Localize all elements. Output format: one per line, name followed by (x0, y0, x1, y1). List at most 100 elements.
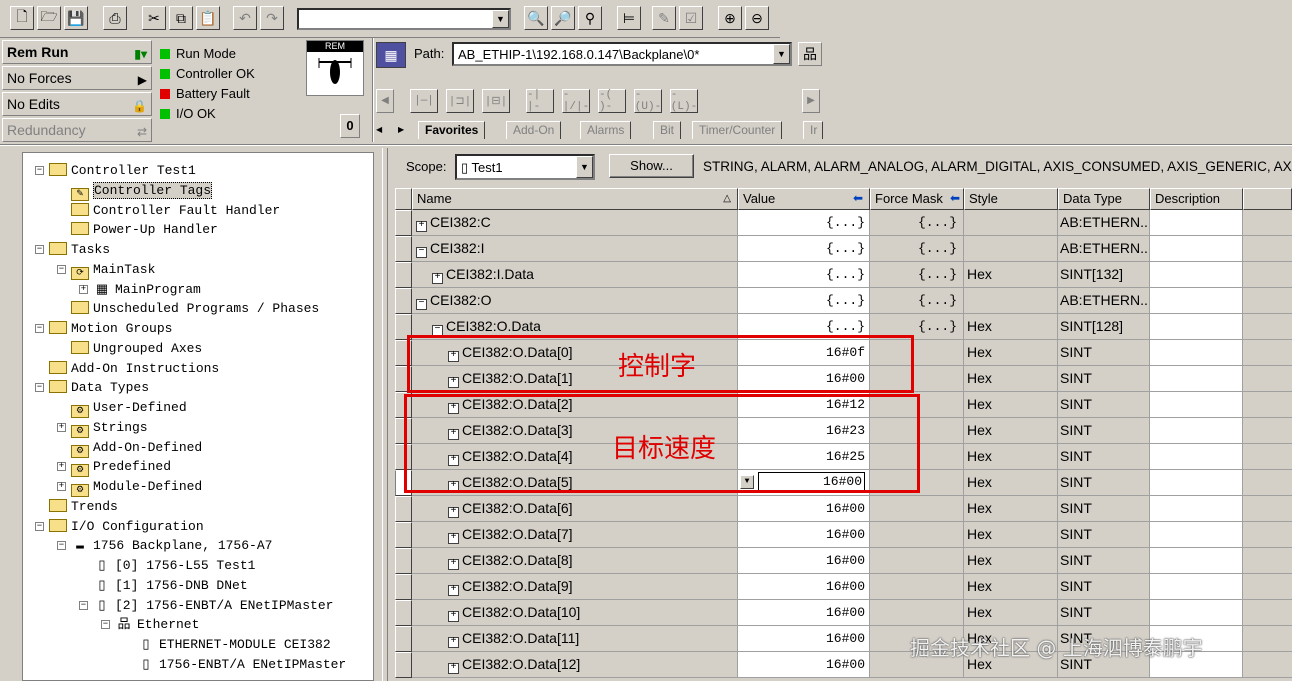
tag-name-cell[interactable]: − CEI382:O.Data (412, 314, 738, 340)
verify-icon[interactable]: ⊨ (617, 6, 641, 30)
data-type-cell[interactable]: SINT (1058, 574, 1150, 600)
tree-item[interactable]: − I/O Configuration (35, 517, 204, 536)
collapse-icon[interactable]: − (416, 247, 427, 258)
tab-timer-counter[interactable]: Timer/Counter (692, 121, 783, 139)
tag-name-cell[interactable]: + CEI382:O.Data[11] (412, 626, 738, 652)
data-type-cell[interactable]: SINT (1058, 340, 1150, 366)
tag-value-cell[interactable]: {...} (738, 210, 870, 236)
expand-icon[interactable]: + (57, 482, 66, 491)
force-mask-cell[interactable] (870, 444, 964, 470)
style-cell[interactable] (964, 236, 1058, 262)
tag-value-cell[interactable]: 16#00 (738, 496, 870, 522)
tag-name-cell[interactable]: + CEI382:O.Data[2] (412, 392, 738, 418)
force-mask-cell[interactable] (870, 548, 964, 574)
description-cell[interactable] (1150, 496, 1243, 522)
tree-item[interactable]: Power-Up Handler (71, 220, 218, 239)
tab-alarms[interactable]: Alarms (580, 121, 632, 139)
style-cell[interactable]: Hex (964, 262, 1058, 288)
data-type-cell[interactable]: SINT[128] (1058, 314, 1150, 340)
find-next-icon[interactable]: 🔎 (551, 6, 575, 30)
force-mask-cell[interactable]: {...} (870, 288, 964, 314)
row-header[interactable] (395, 444, 412, 470)
data-type-cell[interactable]: SINT (1058, 366, 1150, 392)
table-row[interactable]: + CEI382:O.Data[3] 16#23 Hex SINT (395, 418, 1292, 444)
table-row[interactable]: + CEI382:C {...} {...} AB:ETHERN... (395, 210, 1292, 236)
tab-scroll-left-icon[interactable]: ◀ (376, 121, 386, 139)
xic-icon[interactable]: -| |- (526, 89, 554, 113)
tag-value-cell[interactable]: 16#12 (738, 392, 870, 418)
tag-name-cell[interactable]: + CEI382:O.Data[7] (412, 522, 738, 548)
chevron-down-icon[interactable]: ▼ (773, 44, 790, 64)
style-cell[interactable] (964, 210, 1058, 236)
table-row[interactable]: + CEI382:O.Data[0] 16#0f Hex SINT (395, 340, 1292, 366)
expand-icon[interactable]: + (448, 507, 459, 518)
new-file-icon[interactable]: 🗋 (10, 6, 34, 30)
description-cell[interactable] (1150, 262, 1243, 288)
data-type-cell[interactable]: SINT (1058, 600, 1150, 626)
tag-value-cell[interactable]: 16#00 (738, 600, 870, 626)
tag-value-cell[interactable]: 16#00 (738, 574, 870, 600)
table-row[interactable]: + CEI382:O.Data[1] 16#00 Hex SINT (395, 366, 1292, 392)
expand-icon[interactable]: + (448, 533, 459, 544)
expand-icon[interactable]: + (57, 422, 66, 432)
branch-icon[interactable]: |⊐| (446, 89, 474, 113)
tree-item[interactable]: ▯ 1756-ENBT/A ENetIPMaster (137, 655, 346, 674)
pane-splitter[interactable] (382, 148, 388, 681)
force-mask-cell[interactable] (870, 340, 964, 366)
tag-value-cell[interactable]: 16#25 (738, 444, 870, 470)
row-header[interactable] (395, 340, 412, 366)
row-header[interactable] (395, 496, 412, 522)
tag-value-cell[interactable]: 16#23 (738, 418, 870, 444)
expand-icon[interactable]: + (432, 273, 443, 284)
style-cell[interactable]: Hex (964, 418, 1058, 444)
expand-icon[interactable]: + (448, 559, 459, 570)
table-row[interactable]: + CEI382:O.Data[5] ▼ 16#00 Hex SINT (395, 470, 1292, 496)
force-mask-cell[interactable]: {...} (870, 314, 964, 340)
path-combo[interactable]: AB_ETHIP-1\192.168.0.147\Backplane\0* ▼ (452, 42, 792, 66)
data-type-cell[interactable]: SINT (1058, 444, 1150, 470)
style-cell[interactable]: Hex (964, 470, 1058, 496)
row-header[interactable] (395, 288, 412, 314)
show-button[interactable]: Show... (609, 154, 694, 178)
collapse-icon[interactable]: − (57, 541, 66, 551)
row-header[interactable] (395, 210, 412, 236)
tree-item[interactable]: − ▬ 1756 Backplane, 1756-A7 (57, 536, 272, 555)
description-cell[interactable] (1150, 340, 1243, 366)
table-row[interactable]: + CEI382:O.Data[10] 16#00 Hex SINT (395, 600, 1292, 626)
force-mask-cell[interactable] (870, 574, 964, 600)
tree-item[interactable]: Trends (49, 497, 118, 516)
scroll-right-icon[interactable]: ▶ (802, 89, 820, 113)
column-header-description[interactable]: Description (1150, 188, 1243, 210)
redo-icon[interactable]: ↷ (260, 6, 284, 30)
tree-item[interactable]: + ⚙ Predefined (57, 457, 171, 478)
tag-name-cell[interactable]: − CEI382:O (412, 288, 738, 314)
force-mask-cell[interactable]: {...} (870, 210, 964, 236)
collapse-icon[interactable]: − (35, 324, 44, 333)
style-cell[interactable]: Hex (964, 392, 1058, 418)
style-cell[interactable] (964, 288, 1058, 314)
tree-item[interactable]: + ⚙ Strings (57, 418, 148, 438)
force-mask-cell[interactable] (870, 496, 964, 522)
collapse-icon[interactable]: − (35, 245, 44, 254)
tree-item[interactable]: ▯ ETHERNET-MODULE CEI382 (137, 635, 330, 654)
expand-icon[interactable]: + (448, 585, 459, 596)
tag-value-cell[interactable]: 16#00 (738, 522, 870, 548)
data-type-cell[interactable]: SINT (1058, 470, 1150, 496)
table-row[interactable]: + CEI382:O.Data[7] 16#00 Hex SINT (395, 522, 1292, 548)
data-type-cell[interactable]: AB:ETHERN... (1058, 236, 1150, 262)
tag-name-cell[interactable]: + CEI382:O.Data[12] (412, 652, 738, 678)
row-header[interactable] (395, 314, 412, 340)
style-cell[interactable]: Hex (964, 340, 1058, 366)
style-cell[interactable]: Hex (964, 574, 1058, 600)
row-header[interactable] (395, 366, 412, 392)
collapse-icon[interactable]: − (35, 383, 44, 393)
table-row[interactable]: + CEI382:O.Data[6] 16#00 Hex SINT (395, 496, 1292, 522)
row-header[interactable] (395, 600, 412, 626)
force-mask-cell[interactable] (870, 470, 964, 496)
collapse-icon[interactable]: − (35, 521, 44, 531)
controller-mode[interactable]: Rem Run ▮▾ (2, 40, 152, 64)
expand-icon[interactable]: + (57, 462, 66, 472)
redundancy-status[interactable]: Redundancy ⇄ (2, 118, 152, 142)
expand-icon[interactable]: + (448, 663, 459, 674)
row-header[interactable] (395, 548, 412, 574)
